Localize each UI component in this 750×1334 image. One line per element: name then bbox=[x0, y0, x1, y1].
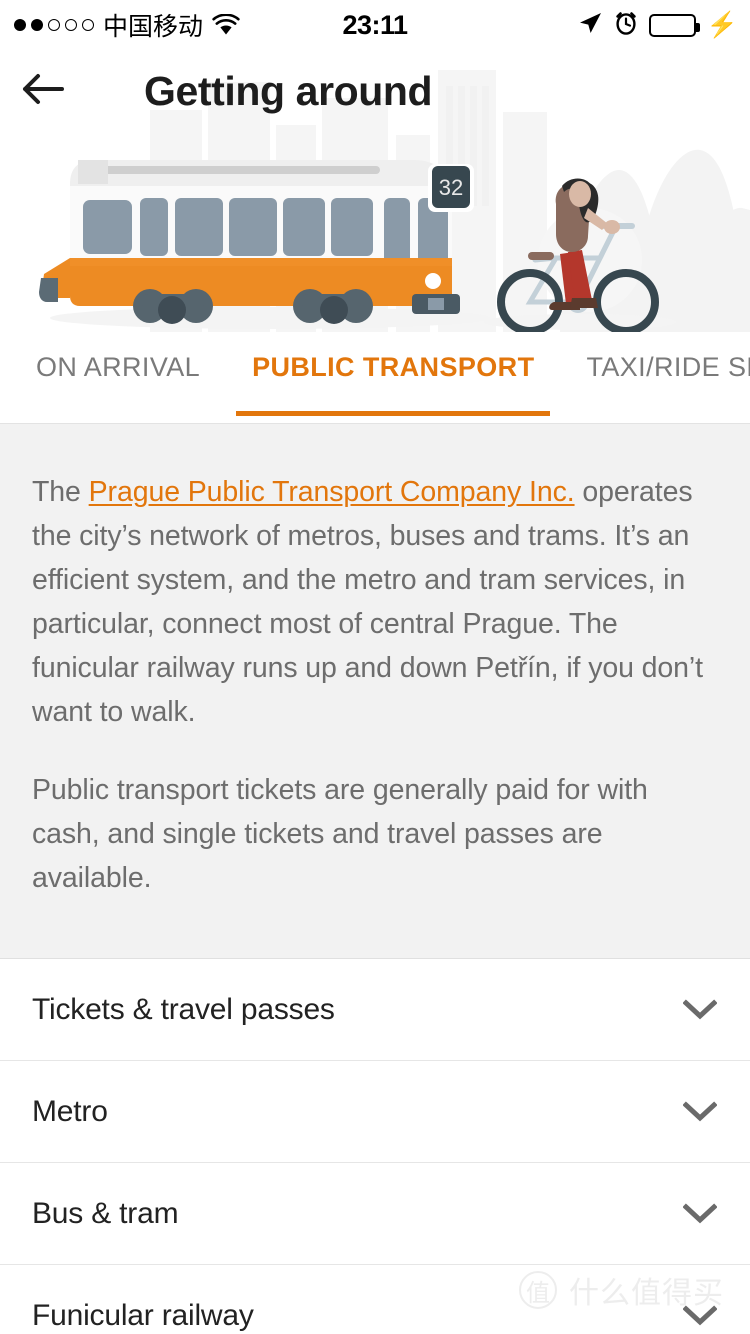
accordion-list: Tickets & travel passes Metro Bus & tram… bbox=[0, 959, 750, 1334]
status-bar-right: ⚡ bbox=[577, 0, 738, 50]
accordion-label: Funicular railway bbox=[32, 1298, 254, 1332]
status-bar: 中国移动 23:11 ⚡ bbox=[0, 0, 750, 50]
accordion-row-bus-tram[interactable]: Bus & tram bbox=[0, 1163, 750, 1265]
accordion-label: Bus & tram bbox=[32, 1196, 179, 1230]
tab-label: PUBLIC TRANSPORT bbox=[252, 351, 535, 382]
tab-label: TAXI/RIDE SERVICES bbox=[586, 351, 750, 382]
accordion-row-funicular-railway[interactable]: Funicular railway bbox=[0, 1265, 750, 1334]
tab-taxi-ride-services[interactable]: TAXI/RIDE SERVICES bbox=[560, 332, 750, 402]
page-title: Getting around bbox=[144, 68, 433, 114]
alarm-clock-icon bbox=[614, 10, 638, 41]
tram-and-cyclist-illustration: 32 bbox=[39, 160, 676, 332]
lightning-bolt-icon: ⚡ bbox=[706, 10, 738, 39]
chevron-down-icon[interactable] bbox=[680, 1092, 720, 1132]
chevron-down-icon[interactable] bbox=[680, 1194, 720, 1234]
battery-icon bbox=[648, 13, 700, 37]
paragraph-1-after-link: operates the city’s network of metros, b… bbox=[32, 476, 703, 728]
chevron-down-icon[interactable] bbox=[680, 1296, 720, 1334]
tab-public-transport[interactable]: PUBLIC TRANSPORT bbox=[226, 332, 560, 416]
paragraph-1: The Prague Public Transport Company Inc.… bbox=[32, 470, 718, 734]
tram-graphic: 32 bbox=[39, 160, 474, 324]
location-arrow-icon bbox=[577, 10, 603, 41]
paragraph-2: Public transport tickets are generally p… bbox=[32, 774, 648, 894]
tab-bar[interactable]: ON ARRIVAL PUBLIC TRANSPORT TAXI/RIDE SE… bbox=[0, 332, 750, 424]
tab-label: ON ARRIVAL bbox=[36, 351, 201, 382]
accordion-row-tickets-travel-passes[interactable]: Tickets & travel passes bbox=[0, 959, 750, 1061]
prague-public-transport-link[interactable]: Prague Public Transport Company Inc. bbox=[89, 476, 575, 508]
paragraph-1-before-link: The bbox=[32, 476, 89, 508]
chevron-down-icon[interactable] bbox=[680, 990, 720, 1030]
intro-text-block: The Prague Public Transport Company Inc.… bbox=[0, 424, 750, 959]
accordion-row-metro[interactable]: Metro bbox=[0, 1061, 750, 1163]
accordion-label: Tickets & travel passes bbox=[32, 992, 335, 1026]
tab-on-arrival[interactable]: ON ARRIVAL bbox=[0, 332, 226, 402]
nav-bar: Getting around bbox=[0, 50, 750, 132]
accordion-label: Metro bbox=[32, 1094, 108, 1128]
svg-text:32: 32 bbox=[439, 175, 463, 200]
cyclist-with-bicycle-graphic bbox=[497, 178, 659, 332]
back-arrow-icon bbox=[21, 72, 65, 111]
back-button[interactable] bbox=[0, 50, 86, 132]
hero-banner: Getting around 32 bbox=[0, 50, 750, 332]
app-screen: 中国移动 23:11 ⚡ Getting around 32 ON ARRIVA… bbox=[0, 0, 750, 1334]
